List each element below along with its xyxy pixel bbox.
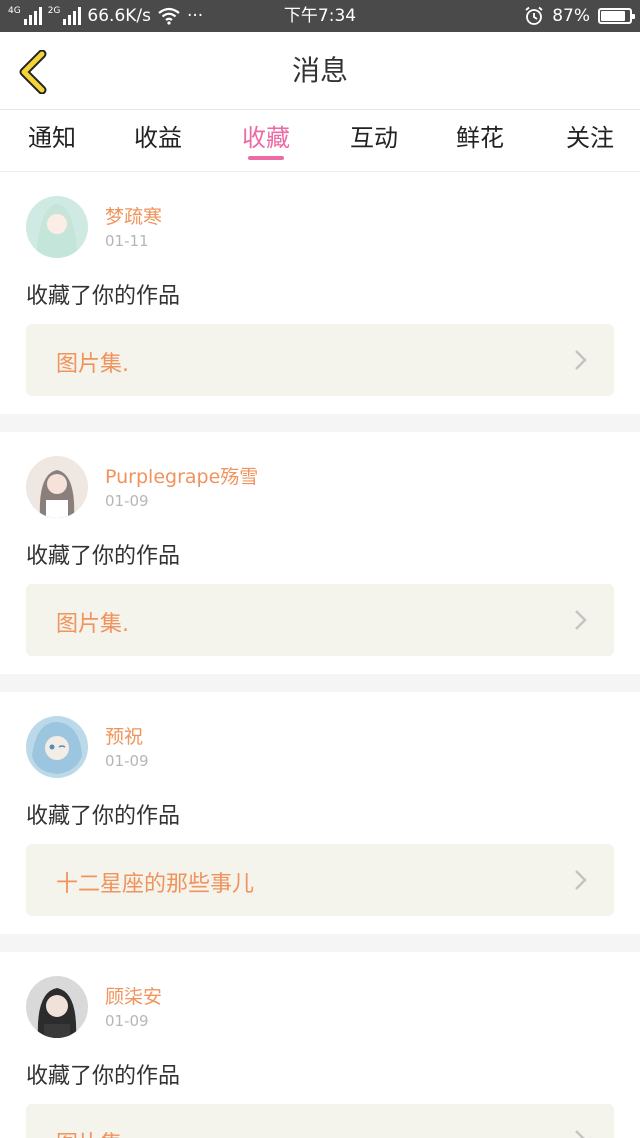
battery-icon [598, 8, 635, 24]
work-title: 图片集. [56, 352, 129, 377]
work-title: 图片集. [56, 1126, 129, 1138]
work-link[interactable]: 图片集. [26, 1104, 614, 1138]
tab-earnings[interactable]: 收益 [118, 118, 198, 153]
message-date: 01-09 [105, 752, 149, 770]
work-title: 图片集. [56, 612, 129, 637]
tab-favorites[interactable]: 收藏 [226, 118, 306, 153]
avatar[interactable] [26, 456, 88, 518]
avatar[interactable] [26, 716, 88, 778]
alarm-icon [525, 6, 543, 25]
battery-percent: 87% [552, 6, 590, 26]
page-title: 消息 [291, 54, 348, 87]
list-item: 顾柒安 01-09 收藏了你的作品 图片集. [0, 952, 640, 1138]
avatar[interactable] [26, 976, 88, 1038]
message-date: 01-11 [105, 232, 149, 250]
list-item: 梦疏寒 01-11 收藏了你的作品 图片集. [0, 172, 640, 414]
divider [0, 414, 640, 432]
tab-interactions[interactable]: 互动 [334, 118, 414, 153]
status-bar: 4G 2G 66.6K/s ··· 下午7:34 87% [0, 0, 640, 32]
tab-bar: 通知 收益 收藏 互动 鲜花 关注 [0, 110, 640, 172]
chevron-right-icon [575, 610, 587, 630]
work-link[interactable]: 十二星座的那些事儿 [26, 844, 614, 916]
message-date: 01-09 [105, 492, 149, 510]
username[interactable]: Purplegrape殇雪 [105, 462, 258, 489]
messages-page: 4G 2G 66.6K/s ··· 下午7:34 87% 消息 通知 收益 收藏… [0, 0, 640, 1138]
active-tab-indicator [248, 156, 284, 160]
message-text: 收藏了你的作品 [26, 284, 181, 309]
work-link[interactable]: 图片集. [26, 584, 614, 656]
header: 消息 [0, 32, 640, 110]
battery-level [601, 11, 625, 21]
username[interactable]: 顾柒安 [105, 982, 162, 1009]
username[interactable]: 梦疏寒 [105, 202, 162, 229]
tab-following[interactable]: 关注 [550, 118, 630, 153]
tab-notifications[interactable]: 通知 [12, 118, 92, 153]
message-text: 收藏了你的作品 [26, 544, 181, 569]
divider [0, 934, 640, 952]
username[interactable]: 预祝 [105, 722, 143, 749]
chevron-right-icon [575, 350, 587, 370]
status-right: 87% [524, 0, 635, 32]
avatar[interactable] [26, 196, 88, 258]
chevron-right-icon [575, 870, 587, 890]
message-date: 01-09 [105, 1012, 149, 1030]
message-text: 收藏了你的作品 [26, 804, 181, 829]
message-text: 收藏了你的作品 [26, 1064, 181, 1089]
tab-flowers[interactable]: 鲜花 [440, 118, 520, 153]
list-item: 预祝 01-09 收藏了你的作品 十二星座的那些事儿 [0, 692, 640, 934]
chevron-right-icon [575, 1130, 585, 1138]
work-link[interactable]: 图片集. [26, 324, 614, 396]
divider [0, 674, 640, 692]
work-title: 十二星座的那些事儿 [56, 872, 255, 897]
list-item: Purplegrape殇雪 01-09 收藏了你的作品 图片集. [0, 432, 640, 674]
